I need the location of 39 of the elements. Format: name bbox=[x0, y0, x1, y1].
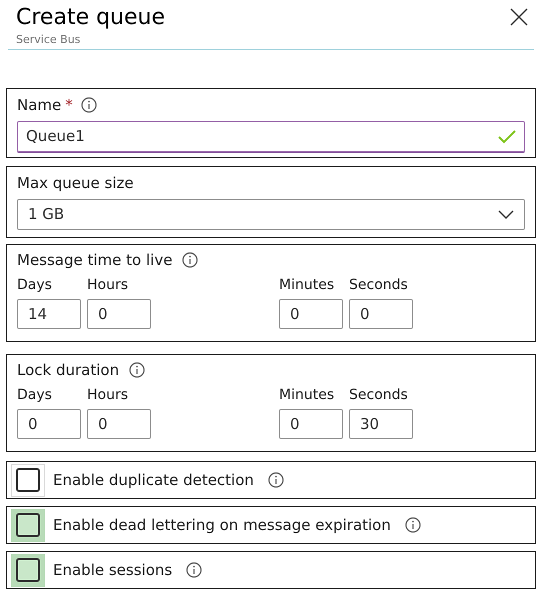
unit-label: Hours bbox=[87, 386, 130, 405]
unit-label: Days bbox=[17, 386, 53, 405]
field-label: Lock duration bbox=[17, 360, 120, 381]
chevron-down-icon bbox=[498, 210, 514, 220]
unit-label: Minutes bbox=[279, 386, 336, 405]
info-icon[interactable] bbox=[268, 472, 284, 488]
info-icon[interactable] bbox=[182, 252, 198, 268]
number-input[interactable]: 0 bbox=[279, 409, 343, 439]
panel-title: Create queue bbox=[16, 4, 166, 32]
panel-subtitle: Service Bus bbox=[16, 32, 82, 48]
number-input[interactable]: 0 bbox=[87, 299, 151, 329]
info-icon[interactable] bbox=[404, 517, 421, 533]
unit-label: Hours bbox=[87, 276, 130, 295]
required-mark: * bbox=[65, 94, 73, 116]
number-input[interactable]: 0 bbox=[279, 299, 343, 329]
number-input[interactable]: 30 bbox=[349, 409, 413, 439]
number-input[interactable]: 0 bbox=[17, 409, 81, 439]
info-icon[interactable] bbox=[129, 362, 146, 378]
option-label: Enable duplicate detection bbox=[53, 470, 254, 491]
unit-label: Minutes bbox=[279, 276, 336, 295]
field-label: Message time to live bbox=[17, 250, 172, 271]
info-icon[interactable] bbox=[80, 97, 97, 113]
number-input[interactable]: 0 bbox=[87, 409, 151, 439]
checkbox[interactable] bbox=[16, 558, 40, 582]
size-dropdown[interactable]: 1 GB bbox=[17, 199, 525, 230]
unit-label: Seconds bbox=[349, 276, 409, 295]
number-input[interactable]: 14 bbox=[17, 299, 81, 329]
unit-label: Days bbox=[17, 276, 53, 295]
close-button[interactable] bbox=[508, 6, 530, 28]
option-label: Enable dead lettering on message expiration bbox=[53, 514, 391, 536]
number-input[interactable]: 0 bbox=[349, 299, 413, 329]
field-label: Max queue size bbox=[17, 173, 135, 194]
option-label: Enable sessions bbox=[53, 560, 172, 581]
name-input[interactable]: Queue1 bbox=[17, 121, 525, 152]
checkbox[interactable] bbox=[16, 468, 40, 492]
unit-label: Seconds bbox=[349, 386, 409, 405]
checkbox[interactable] bbox=[16, 513, 40, 537]
field-label: Name bbox=[17, 94, 62, 116]
info-icon[interactable] bbox=[186, 562, 202, 578]
